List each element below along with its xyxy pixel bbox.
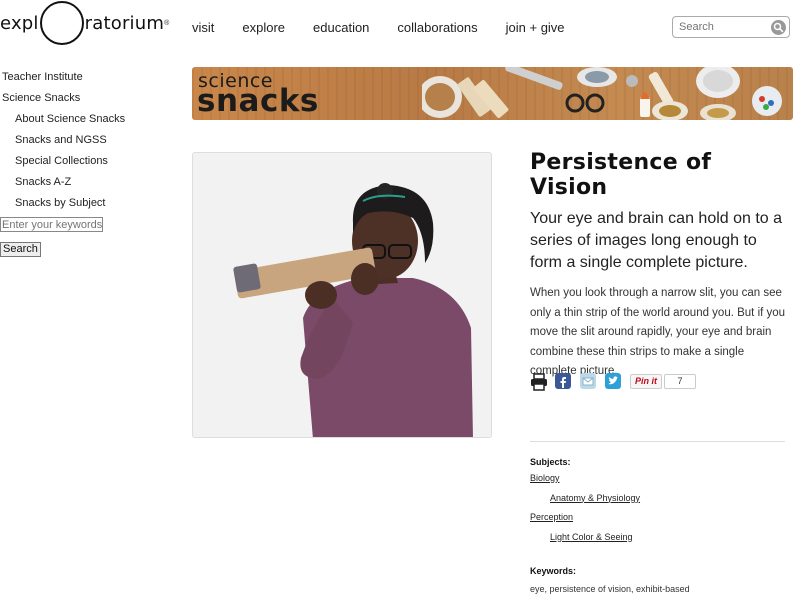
page-subtitle: Your eye and brain can hold on to a seri… [530, 210, 783, 271]
subjects-label: Subjects: [530, 457, 571, 467]
pinterest-pin-button[interactable]: Pin it [630, 373, 662, 389]
email-icon[interactable] [580, 373, 596, 389]
logo-ring-icon [39, 1, 84, 45]
sidebar-item-about-science-snacks[interactable]: About Science Snacks [0, 109, 170, 130]
nav-education[interactable]: education [313, 20, 369, 35]
site-search [672, 16, 790, 38]
meta-divider [530, 441, 785, 442]
logo-text-left: expl [0, 12, 39, 34]
person-with-tube-illustration [193, 153, 491, 437]
keyword-search-input[interactable] [0, 217, 103, 232]
page-description: When you look through a narrow slit, you… [530, 287, 786, 377]
craft-supplies-illustration [422, 67, 782, 120]
logo-text-right: ratorium [84, 12, 165, 34]
keyword-search-button[interactable]: Search [0, 241, 41, 257]
share-bar: Pin it 7 [530, 371, 696, 391]
nav-explore[interactable]: explore [242, 20, 285, 35]
sidebar: Teacher Institute Science Snacks About S… [0, 67, 170, 257]
subject-link-perception[interactable]: Perception [530, 508, 792, 528]
keywords-label: Keywords: [530, 566, 577, 576]
site-logo[interactable]: expl ratorium ® [0, 0, 169, 46]
activity-photo [192, 152, 492, 438]
site-search-input[interactable] [673, 17, 769, 37]
page-title: Persistence of Vision [530, 150, 712, 200]
sidebar-item-science-snacks[interactable]: Science Snacks [0, 88, 170, 109]
sidebar-item-special-collections[interactable]: Special Collections [0, 151, 170, 172]
sidebar-item-snacks-a-z[interactable]: Snacks A-Z [0, 172, 170, 193]
facebook-icon[interactable] [555, 373, 571, 389]
registered-mark: ® [164, 19, 170, 27]
article: Persistence of Vision Your eye and brain… [530, 150, 792, 382]
nav-collaborations[interactable]: collaborations [397, 20, 477, 35]
snack-metadata: Subjects: Biology Anatomy & Physiology P… [530, 455, 792, 596]
pin-count-badge: 7 [664, 373, 696, 389]
subject-link-light-color-seeing[interactable]: Light Color & Seeing [530, 528, 792, 548]
nav-visit[interactable]: visit [192, 20, 214, 35]
banner-title-snacks: snacks [197, 83, 319, 119]
science-snacks-banner: science snacks [192, 67, 793, 120]
search-icon[interactable] [771, 20, 786, 35]
nav-join-give[interactable]: join + give [506, 20, 565, 35]
sidebar-item-teacher-institute[interactable]: Teacher Institute [0, 67, 170, 88]
print-icon[interactable] [530, 373, 547, 391]
top-navigation: visit explore education collaborations j… [192, 20, 593, 35]
sidebar-item-snacks-ngss[interactable]: Snacks and NGSS [0, 130, 170, 151]
keywords-text: eye, persistence of vision, exhibit-base… [530, 584, 690, 594]
twitter-icon[interactable] [605, 373, 621, 389]
subject-link-anatomy-physiology[interactable]: Anatomy & Physiology [530, 489, 792, 509]
subject-link-biology[interactable]: Biology [530, 469, 792, 489]
sidebar-item-snacks-by-subject[interactable]: Snacks by Subject [0, 193, 170, 214]
